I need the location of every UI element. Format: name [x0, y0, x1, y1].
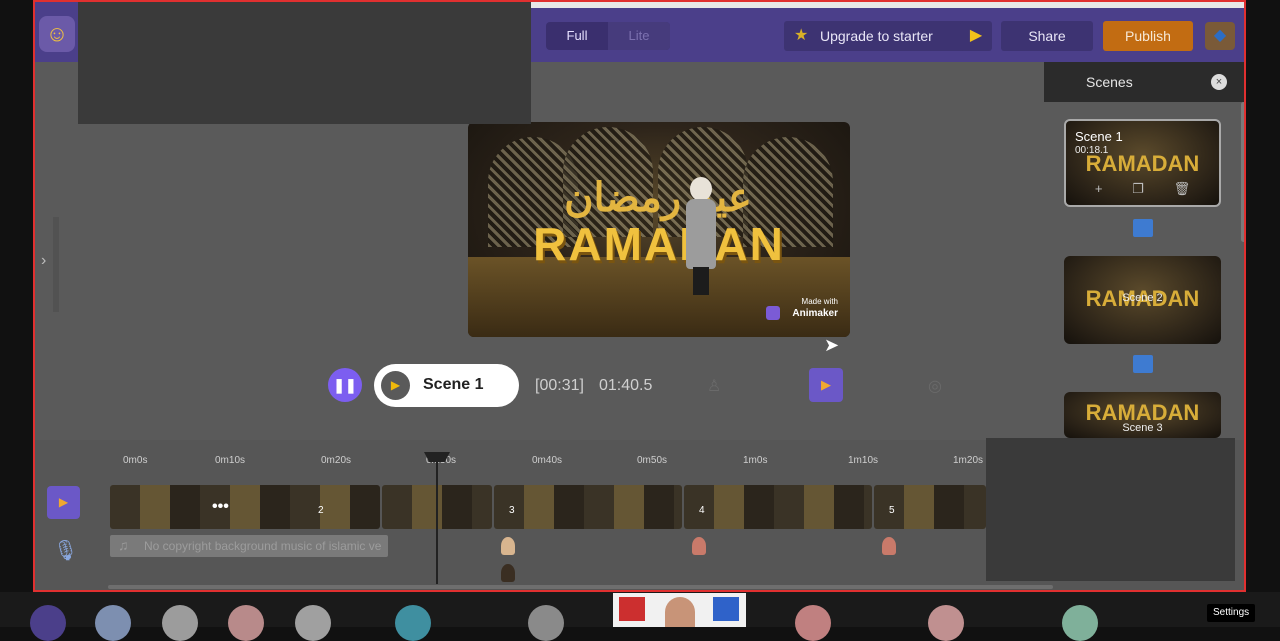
clip-number: 3	[509, 505, 515, 516]
participant-avatar[interactable]	[528, 605, 564, 641]
character[interactable]	[684, 177, 718, 297]
scene-clip-3[interactable]	[494, 485, 682, 529]
scene-thumb-3[interactable]: RAMADAN Scene 3	[1064, 392, 1221, 438]
clip-number: 2	[318, 505, 324, 516]
top-strip	[531, 2, 1244, 8]
participant-avatar[interactable]	[395, 605, 431, 641]
character-marker[interactable]	[882, 537, 896, 555]
ruler-tick: 0m10s	[215, 455, 246, 466]
participant-avatar[interactable]	[30, 605, 66, 641]
play-icon[interactable]: ▶	[381, 371, 410, 400]
current-scene-label: Scene 1	[423, 376, 484, 393]
scenes-scrollbar[interactable]	[1241, 102, 1244, 242]
arabic-title: عيد رمضان	[564, 174, 752, 221]
star-icon: ★	[794, 27, 809, 44]
left-panel-rail	[53, 217, 59, 312]
app-window: ☺ Full Lite ★ Upgrade to starter ▶ Share…	[33, 0, 1246, 592]
ruler-tick: 1m20s	[953, 455, 984, 466]
add-scene-button[interactable]	[1133, 355, 1153, 373]
current-time: [00:31]	[535, 377, 584, 394]
music-track-label: No copyright background music of islamic…	[144, 539, 382, 553]
animaker-logo-icon[interactable]: ☺	[39, 16, 75, 52]
share-button[interactable]: Share	[1001, 21, 1093, 51]
school-logo-icon	[619, 597, 645, 621]
scene-clip-1[interactable]	[110, 485, 380, 529]
clip-number: 4	[699, 505, 705, 516]
upgrade-label: Upgrade to starter	[820, 28, 933, 44]
play-icon: ▶	[969, 27, 983, 44]
participant-avatar[interactable]	[1062, 605, 1098, 641]
studio-logo-icon	[713, 597, 739, 621]
scene-thumb-name: Scene 1	[1075, 129, 1123, 144]
ruler-tick: 0m50s	[637, 455, 668, 466]
ruler-tick: 0m20s	[321, 455, 352, 466]
video-icon[interactable]: ▶	[809, 368, 843, 402]
user-avatar[interactable]: ◆	[1205, 22, 1235, 50]
settings-button[interactable]: Settings	[1207, 604, 1256, 622]
preview-play-button[interactable]: ▶	[960, 21, 992, 51]
ruler-tick: 1m10s	[848, 455, 879, 466]
add-icon[interactable]: +	[1095, 181, 1103, 197]
animaker-watermark-icon	[766, 306, 780, 320]
ruler-tick: 1m0s	[743, 455, 768, 466]
user-icon[interactable]: ♙	[707, 376, 721, 396]
more-icon[interactable]: •••	[212, 498, 229, 516]
scene-canvas[interactable]: عيد رمضان RAMADAN Made with Animaker	[468, 122, 850, 337]
participant-avatar[interactable]	[928, 605, 964, 641]
scene-actions: + ❐ 🗑	[1066, 181, 1219, 197]
pause-button[interactable]: ❚❚	[328, 368, 362, 402]
scene-play-pill[interactable]: ▶ Scene 1	[374, 364, 519, 407]
timeline-scrollbar[interactable]	[108, 585, 1053, 589]
publish-button[interactable]: Publish	[1103, 21, 1193, 51]
video-track-icon[interactable]: ▶	[47, 486, 80, 519]
character-head	[690, 177, 712, 201]
character-marker[interactable]	[501, 537, 515, 555]
canvas-title: RAMADAN	[533, 218, 785, 270]
scene-thumb-duration: 00:18.1	[1075, 145, 1109, 156]
animaker-watermark: Made with Animaker	[766, 297, 838, 323]
participant-avatar[interactable]	[162, 605, 198, 641]
participant-avatar[interactable]	[228, 605, 264, 641]
view-toggle: Full Lite	[546, 22, 670, 50]
chevron-right-icon[interactable]: ›	[41, 252, 46, 270]
view-full-button[interactable]: Full	[546, 22, 608, 50]
mouse-cursor-icon: ➤	[824, 335, 840, 355]
scene-clip-4[interactable]	[684, 485, 872, 529]
occluding-overlay	[986, 438, 1235, 581]
camera-icon[interactable]: ◎	[928, 376, 942, 396]
total-time: 01:40.5	[599, 377, 653, 394]
music-note-icon: ♫	[118, 537, 129, 553]
duplicate-icon[interactable]: ❐	[1132, 181, 1144, 197]
scene-thumb-1[interactable]: RAMADAN Scene 1 00:18.1 + ❐ 🗑	[1064, 119, 1221, 207]
character-marker[interactable]	[501, 564, 515, 582]
participant-avatar[interactable]	[95, 605, 131, 641]
scene-thumb-2[interactable]: RAMADAN Scene 2	[1064, 256, 1221, 344]
character-body	[686, 199, 716, 269]
playhead[interactable]	[436, 454, 438, 584]
scene-thumb-name: Scene 2	[1122, 292, 1163, 304]
webcam-person	[665, 597, 695, 627]
add-scene-button[interactable]	[1133, 219, 1153, 237]
upgrade-button[interactable]: ★ Upgrade to starter	[784, 21, 970, 51]
ruler-tick: 0m40s	[532, 455, 563, 466]
close-icon[interactable]: ×	[1211, 74, 1227, 90]
scene-thumb-name: Scene 3	[1122, 422, 1163, 434]
view-lite-button[interactable]: Lite	[608, 22, 670, 50]
ruler-tick: 0m0s	[123, 455, 148, 466]
character-legs	[693, 267, 709, 295]
clip-number: 5	[889, 505, 895, 516]
occluding-overlay	[78, 2, 531, 124]
participant-avatar[interactable]	[295, 605, 331, 641]
watermark-made-with: Made with	[801, 297, 838, 306]
participant-avatar[interactable]	[795, 605, 831, 641]
delete-icon[interactable]: 🗑	[1174, 181, 1191, 197]
microphone-icon[interactable]: 🎙	[53, 538, 78, 572]
character-marker[interactable]	[692, 537, 706, 555]
webcam-tile[interactable]	[613, 593, 746, 627]
